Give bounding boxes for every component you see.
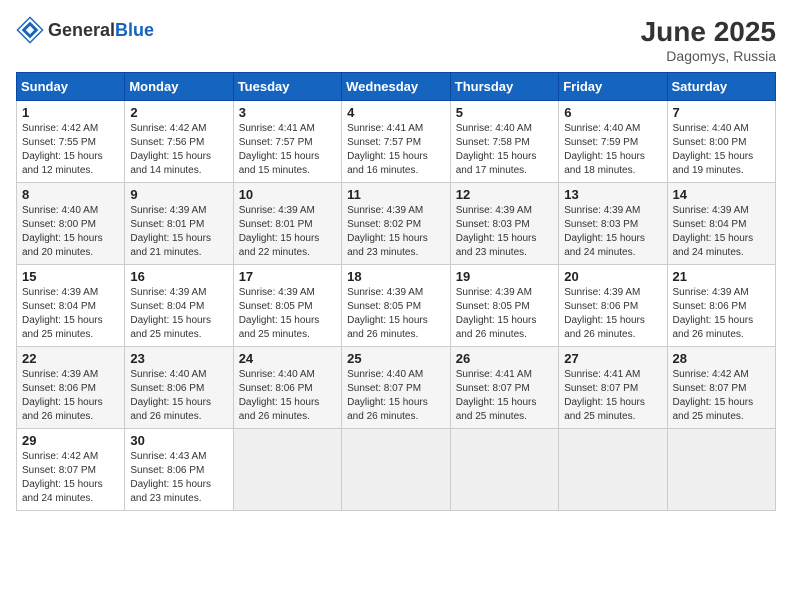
- table-row: 13 Sunrise: 4:39 AMSunset: 8:03 PMDaylig…: [559, 183, 667, 265]
- logo-general: General: [48, 20, 115, 40]
- table-row: 24 Sunrise: 4:40 AMSunset: 8:06 PMDaylig…: [233, 347, 341, 429]
- table-row: 19 Sunrise: 4:39 AMSunset: 8:05 PMDaylig…: [450, 265, 558, 347]
- calendar-row: 1 Sunrise: 4:42 AMSunset: 7:55 PMDayligh…: [17, 101, 776, 183]
- table-row: 4 Sunrise: 4:41 AMSunset: 7:57 PMDayligh…: [342, 101, 451, 183]
- empty-cell: [233, 429, 341, 511]
- empty-cell: [559, 429, 667, 511]
- table-row: 14 Sunrise: 4:39 AMSunset: 8:04 PMDaylig…: [667, 183, 776, 265]
- col-wednesday: Wednesday: [342, 73, 451, 101]
- logo: GeneralBlue: [16, 16, 154, 44]
- table-row: 26 Sunrise: 4:41 AMSunset: 8:07 PMDaylig…: [450, 347, 558, 429]
- empty-cell: [450, 429, 558, 511]
- table-row: 16 Sunrise: 4:39 AMSunset: 8:04 PMDaylig…: [125, 265, 233, 347]
- table-row: 25 Sunrise: 4:40 AMSunset: 8:07 PMDaylig…: [342, 347, 451, 429]
- empty-cell: [667, 429, 776, 511]
- calendar-row: 22 Sunrise: 4:39 AMSunset: 8:06 PMDaylig…: [17, 347, 776, 429]
- col-friday: Friday: [559, 73, 667, 101]
- table-row: 10 Sunrise: 4:39 AMSunset: 8:01 PMDaylig…: [233, 183, 341, 265]
- table-row: 28 Sunrise: 4:42 AMSunset: 8:07 PMDaylig…: [667, 347, 776, 429]
- logo-wordmark: GeneralBlue: [48, 20, 154, 41]
- table-row: 2 Sunrise: 4:42 AMSunset: 7:56 PMDayligh…: [125, 101, 233, 183]
- table-row: 17 Sunrise: 4:39 AMSunset: 8:05 PMDaylig…: [233, 265, 341, 347]
- table-row: 9 Sunrise: 4:39 AMSunset: 8:01 PMDayligh…: [125, 183, 233, 265]
- table-row: 3 Sunrise: 4:41 AMSunset: 7:57 PMDayligh…: [233, 101, 341, 183]
- table-row: 7 Sunrise: 4:40 AMSunset: 8:00 PMDayligh…: [667, 101, 776, 183]
- table-row: 8 Sunrise: 4:40 AMSunset: 8:00 PMDayligh…: [17, 183, 125, 265]
- table-row: 1 Sunrise: 4:42 AMSunset: 7:55 PMDayligh…: [17, 101, 125, 183]
- table-row: 29 Sunrise: 4:42 AMSunset: 8:07 PMDaylig…: [17, 429, 125, 511]
- col-tuesday: Tuesday: [233, 73, 341, 101]
- page-header: GeneralBlue June 2025 Dagomys, Russia: [16, 16, 776, 64]
- empty-cell: [342, 429, 451, 511]
- calendar-row: 15 Sunrise: 4:39 AMSunset: 8:04 PMDaylig…: [17, 265, 776, 347]
- table-row: 21 Sunrise: 4:39 AMSunset: 8:06 PMDaylig…: [667, 265, 776, 347]
- calendar-table: Sunday Monday Tuesday Wednesday Thursday…: [16, 72, 776, 511]
- calendar-row: 8 Sunrise: 4:40 AMSunset: 8:00 PMDayligh…: [17, 183, 776, 265]
- calendar-header-row: Sunday Monday Tuesday Wednesday Thursday…: [17, 73, 776, 101]
- table-row: 18 Sunrise: 4:39 AMSunset: 8:05 PMDaylig…: [342, 265, 451, 347]
- calendar-row: 29 Sunrise: 4:42 AMSunset: 8:07 PMDaylig…: [17, 429, 776, 511]
- table-row: 27 Sunrise: 4:41 AMSunset: 8:07 PMDaylig…: [559, 347, 667, 429]
- table-row: 22 Sunrise: 4:39 AMSunset: 8:06 PMDaylig…: [17, 347, 125, 429]
- col-monday: Monday: [125, 73, 233, 101]
- table-row: 5 Sunrise: 4:40 AMSunset: 7:58 PMDayligh…: [450, 101, 558, 183]
- col-thursday: Thursday: [450, 73, 558, 101]
- col-saturday: Saturday: [667, 73, 776, 101]
- table-row: 12 Sunrise: 4:39 AMSunset: 8:03 PMDaylig…: [450, 183, 558, 265]
- table-row: 20 Sunrise: 4:39 AMSunset: 8:06 PMDaylig…: [559, 265, 667, 347]
- table-row: 11 Sunrise: 4:39 AMSunset: 8:02 PMDaylig…: [342, 183, 451, 265]
- table-row: 30 Sunrise: 4:43 AMSunset: 8:06 PMDaylig…: [125, 429, 233, 511]
- logo-blue: Blue: [115, 20, 154, 40]
- col-sunday: Sunday: [17, 73, 125, 101]
- logo-icon: [16, 16, 44, 44]
- calendar-title: June 2025: [641, 16, 776, 48]
- title-area: June 2025 Dagomys, Russia: [641, 16, 776, 64]
- table-row: 15 Sunrise: 4:39 AMSunset: 8:04 PMDaylig…: [17, 265, 125, 347]
- table-row: 6 Sunrise: 4:40 AMSunset: 7:59 PMDayligh…: [559, 101, 667, 183]
- table-row: 23 Sunrise: 4:40 AMSunset: 8:06 PMDaylig…: [125, 347, 233, 429]
- calendar-location: Dagomys, Russia: [641, 48, 776, 64]
